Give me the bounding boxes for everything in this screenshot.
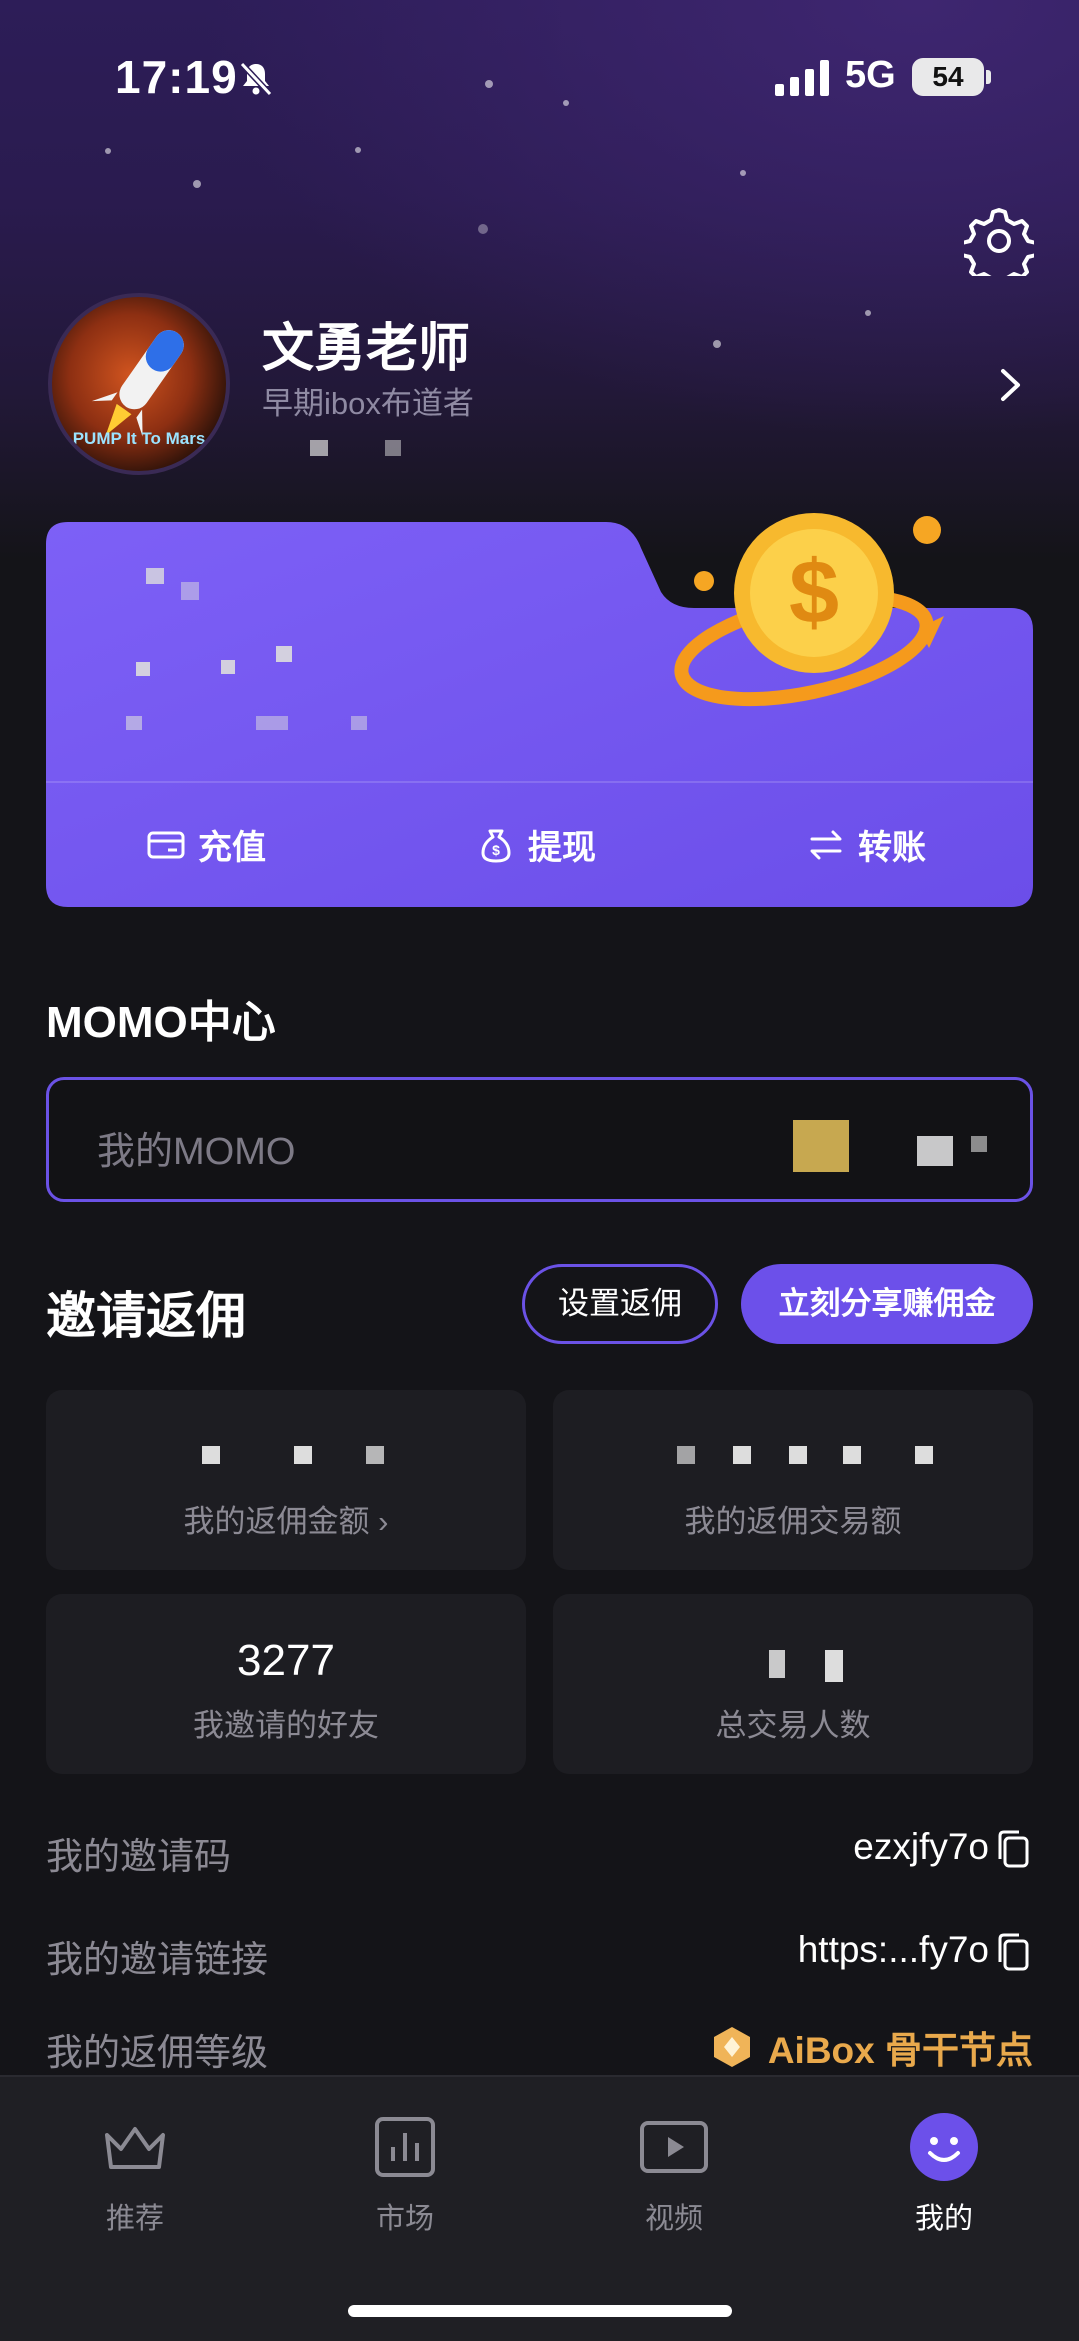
- svg-text:$: $: [492, 842, 500, 858]
- smiley-icon: [910, 2113, 978, 2181]
- avatar-caption: PUMP It To Mars: [72, 429, 206, 448]
- recharge-button[interactable]: 充值: [146, 820, 266, 869]
- tab-recommend[interactable]: 推荐: [45, 2111, 225, 2237]
- stat-label: 我邀请的好友: [193, 1708, 379, 1743]
- stat-label: 我的返佣金额 ›: [183, 1504, 389, 1539]
- redacted-mark: [385, 440, 401, 456]
- momo-section-title: MOMO中心: [46, 998, 276, 1047]
- invite-section-title: 邀请返佣: [46, 1288, 246, 1344]
- copy-icon[interactable]: [995, 1932, 1031, 1972]
- tab-market[interactable]: 市场: [315, 2111, 495, 2237]
- avatar[interactable]: PUMP It To Mars: [48, 293, 230, 475]
- battery-icon: 54: [912, 58, 984, 96]
- svg-text:$: $: [789, 543, 839, 643]
- invite-link-label: 我的邀请链接: [46, 1939, 268, 1980]
- copy-icon[interactable]: [995, 1829, 1031, 1869]
- share-earn-button[interactable]: 立刻分享赚佣金: [741, 1264, 1033, 1344]
- bell-muted-icon: [239, 61, 273, 97]
- money-bag-icon: $: [481, 829, 511, 862]
- invite-link-value: https:...fy7o: [797, 1929, 989, 1970]
- battery-tip: [986, 70, 991, 84]
- withdraw-button[interactable]: $ 提现: [476, 820, 596, 869]
- recharge-label: 充值: [198, 829, 266, 867]
- transfer-label: 转账: [858, 829, 926, 867]
- invite-code-value: ezxjfy7o: [853, 1826, 989, 1867]
- stat-rebate-volume: 我的返佣交易额: [553, 1390, 1033, 1570]
- level-badge-icon: [713, 2027, 750, 2067]
- transfer-icon: [810, 830, 842, 859]
- stat-label: 我的返佣交易额: [684, 1504, 902, 1539]
- user-bio: 早期ibox布道者: [262, 386, 474, 421]
- set-rebate-button[interactable]: 设置返佣: [522, 1264, 718, 1344]
- status-time: 17:19: [115, 51, 238, 103]
- cell-signal-icon: [775, 60, 829, 96]
- rebate-level-value: AiBox 骨干节点: [710, 2020, 1033, 2074]
- withdraw-label: 提现: [528, 829, 596, 867]
- invite-code-label: 我的邀请码: [46, 1836, 231, 1877]
- home-indicator: [348, 2305, 732, 2317]
- stat-rebate-amount[interactable]: 我的返佣金额 ›: [46, 1390, 526, 1570]
- chevron-right-icon[interactable]: [996, 365, 1026, 405]
- transfer-button[interactable]: 转账: [806, 820, 926, 869]
- tab-mine[interactable]: 我的: [854, 2111, 1034, 2237]
- network-type: 5G: [845, 54, 896, 96]
- card-icon: [147, 831, 185, 858]
- stat-value: 3277: [237, 1636, 335, 1685]
- my-momo-label: 我的MOMO: [97, 1131, 296, 1173]
- username[interactable]: 文勇老师: [262, 306, 470, 381]
- stat-invited-friends: 3277 我邀请的好友: [46, 1594, 526, 1774]
- redacted-mark: [310, 440, 328, 456]
- chart-icon: [375, 2117, 435, 2177]
- bottom-tab-bar: 推荐 市场 视频 我的: [0, 2075, 1079, 2341]
- stat-total-traders: 总交易人数: [553, 1594, 1033, 1774]
- stat-label: 总交易人数: [715, 1708, 871, 1743]
- tab-video[interactable]: 视频: [584, 2111, 764, 2237]
- settings-gear-icon[interactable]: [964, 206, 1034, 276]
- crown-icon: [105, 2127, 165, 2169]
- my-momo-field[interactable]: 我的MOMO: [46, 1077, 1033, 1202]
- gold-coin-icon: $: [674, 513, 944, 707]
- video-icon: [640, 2121, 708, 2173]
- rebate-level-label: 我的返佣等级: [46, 2032, 268, 2073]
